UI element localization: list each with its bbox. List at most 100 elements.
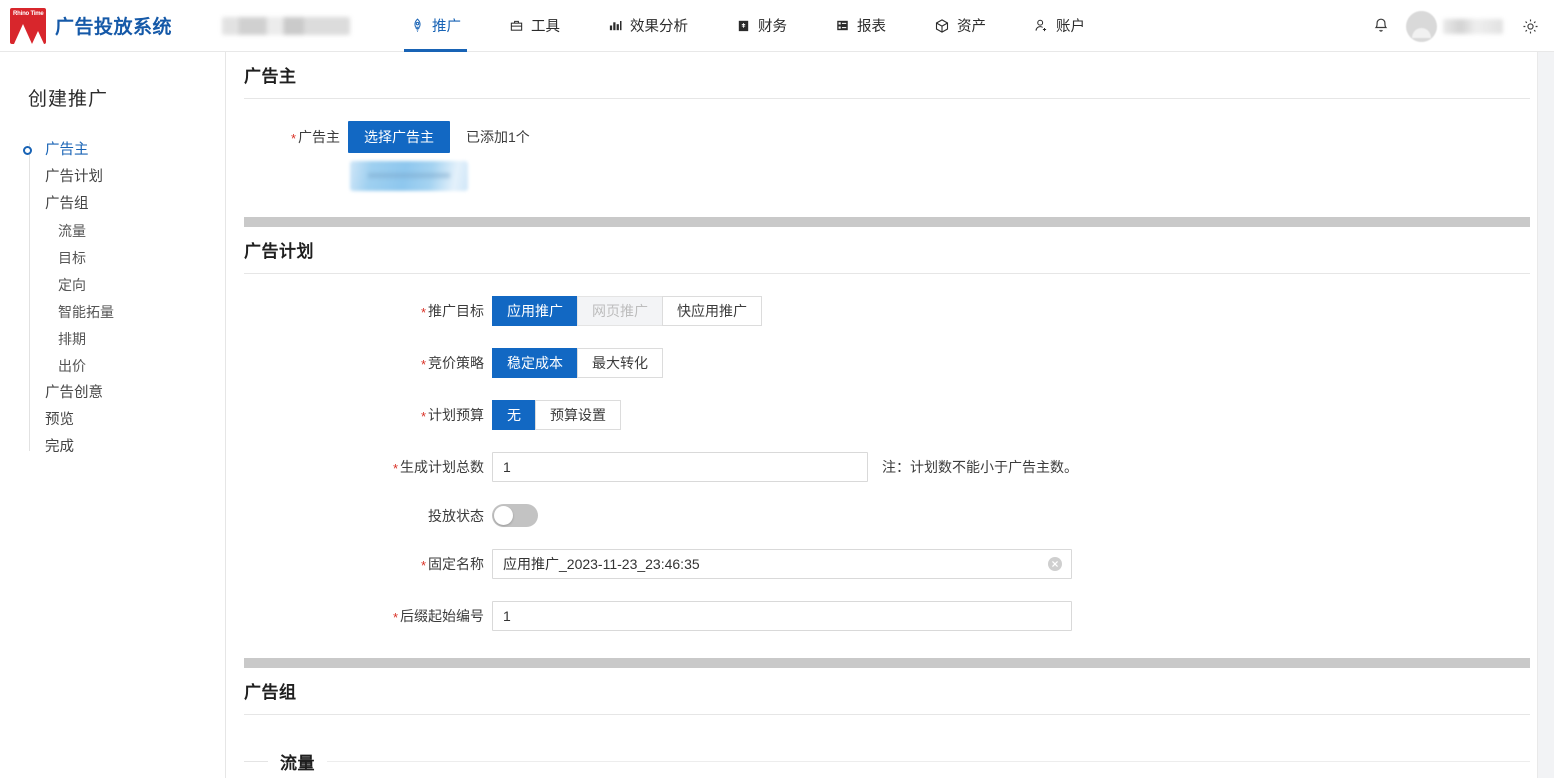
promotion-goal-button-group: 应用推广 网页推广 快应用推广 <box>492 296 762 326</box>
step-label: 流量 <box>58 223 86 239</box>
row-delivery-status: 投放状态 <box>226 504 1537 527</box>
row-fixed-name: * 固定名称 <box>226 549 1537 579</box>
sidebar-title: 创建推广 <box>28 89 109 110</box>
sidebar-item-zhinengtuoliang[interactable]: 智能拓量 <box>28 299 225 325</box>
nav-item-label: 效果分析 <box>630 19 689 35</box>
goal-option-app[interactable]: 应用推广 <box>492 296 578 326</box>
sidebar-item-guanggaozu[interactable]: 广告组 <box>28 191 225 217</box>
nav-item-zhanghu[interactable]: 账户 <box>1024 0 1095 52</box>
step-label: 预览 <box>45 412 74 428</box>
field-label-fixed-name: * 固定名称 <box>420 556 484 573</box>
sidebar-item-paiqi[interactable]: 排期 <box>28 326 225 352</box>
goal-option-quickapp[interactable]: 快应用推广 <box>662 296 762 326</box>
nav-item-xiaoguofenxi[interactable]: 效果分析 <box>598 0 698 52</box>
nav-item-label: 推广 <box>432 19 462 35</box>
fixed-name-field-wrap <box>492 549 1072 579</box>
toggle-knob <box>494 506 513 525</box>
field-label-bid-strategy: * 竞价策略 <box>420 355 484 372</box>
required-asterisk: * <box>420 558 426 573</box>
brand: Rhino Time 广告投放系统 <box>10 7 172 44</box>
plan-count-hint: 注：计划数不能小于广告主数。 <box>882 459 1078 475</box>
section-divider-band <box>244 217 1530 227</box>
sidebar-item-mubiao[interactable]: 目标 <box>28 245 225 271</box>
app-header: Rhino Time 广告投放系统 推广 工具 效果分析 财务 报表 资产 账户 <box>0 0 1554 52</box>
step-label: 出价 <box>58 358 86 374</box>
step-list: 广告主 广告计划 广告组 流量 目标 定向 智能拓量 排期 出价 广告创意 预览 <box>0 137 225 460</box>
active-step-dot-icon <box>23 146 32 155</box>
step-label: 广告组 <box>45 196 89 212</box>
field-label-plan-budget: * 计划预算 <box>420 407 484 424</box>
required-asterisk: * <box>420 409 426 424</box>
section-heading-plan: 广告计划 <box>244 227 1530 274</box>
nav-item-label: 工具 <box>531 19 561 35</box>
nav-item-gongju[interactable]: 工具 <box>499 0 570 52</box>
user-menu[interactable] <box>1406 10 1503 42</box>
delivery-status-toggle[interactable] <box>492 504 538 527</box>
settings-gear-button[interactable] <box>1503 17 1554 36</box>
field-label-suffix-start: * 后缀起始编号 <box>392 608 484 625</box>
field-label-plan-count: * 生成计划总数 <box>392 459 484 476</box>
nav-item-zichan[interactable]: 资产 <box>924 0 996 52</box>
section-divider-band-2 <box>244 658 1530 668</box>
subsection-rule <box>327 761 1530 762</box>
section-heading-advertiser: 广告主 <box>244 52 1530 99</box>
table-icon <box>835 18 850 33</box>
toolbox-icon <box>509 18 524 33</box>
sidebar-item-wancheng[interactable]: 完成 <box>28 434 225 460</box>
required-asterisk: * <box>290 131 296 146</box>
rocket-icon <box>410 18 425 33</box>
nav-item-baobiao[interactable]: 报表 <box>825 0 896 52</box>
section-heading-group: 广告组 <box>244 668 1530 715</box>
avatar <box>1406 10 1437 42</box>
nav-item-label: 资产 <box>957 19 987 35</box>
nav-item-label: 财务 <box>758 19 788 35</box>
budget-option-none[interactable]: 无 <box>492 400 536 430</box>
row-advertiser: * 广告主 选择广告主 已添加1个 <box>226 121 1537 153</box>
logo-text: Rhino Time <box>13 10 44 17</box>
step-label: 广告计划 <box>45 169 103 185</box>
sidebar-item-guanggaozhu[interactable]: 广告主 <box>23 137 225 163</box>
wallet-icon <box>736 18 751 33</box>
row-bid-strategy: * 竞价策略 稳定成本 最大转化 <box>226 348 1537 378</box>
bid-option-max-conversion[interactable]: 最大转化 <box>577 348 663 378</box>
nav-item-tuiguang[interactable]: 推广 <box>400 0 471 52</box>
sidebar-item-guanggaochuangyi[interactable]: 广告创意 <box>28 380 225 406</box>
step-label: 广告主 <box>45 142 89 158</box>
sidebar-item-guanggaojihua[interactable]: 广告计划 <box>28 164 225 190</box>
header-actions <box>1360 0 1554 52</box>
required-asterisk: * <box>392 610 398 625</box>
field-label-promotion-goal: * 推广目标 <box>420 303 484 320</box>
budget-option-settings[interactable]: 预算设置 <box>535 400 621 430</box>
nav-item-caiwu[interactable]: 财务 <box>726 0 797 52</box>
sidebar-item-chujia[interactable]: 出价 <box>28 353 225 379</box>
cube-icon <box>934 18 950 34</box>
page-scrollbar-gutter[interactable] <box>1537 52 1554 778</box>
step-label: 智能拓量 <box>58 304 114 320</box>
step-label: 排期 <box>58 331 86 347</box>
user-add-icon <box>1034 18 1049 33</box>
field-label-delivery-status: 投放状态 <box>428 507 484 524</box>
bid-strategy-button-group: 稳定成本 最大转化 <box>492 348 663 378</box>
required-asterisk: * <box>392 461 398 476</box>
plan-count-input[interactable] <box>492 452 868 482</box>
subsection-traffic: 流量 <box>244 749 1530 774</box>
row-promotion-goal: * 推广目标 应用推广 网页推广 快应用推广 <box>226 296 1537 326</box>
suffix-start-input[interactable] <box>492 601 1072 631</box>
bid-option-stable-cost[interactable]: 稳定成本 <box>492 348 578 378</box>
step-label: 定向 <box>58 277 86 293</box>
notification-bell-button[interactable] <box>1360 17 1402 35</box>
fixed-name-input[interactable] <box>492 549 1072 579</box>
step-label: 目标 <box>58 250 86 266</box>
nav-item-label: 报表 <box>857 19 887 35</box>
sidebar-item-dingxiang[interactable]: 定向 <box>28 272 225 298</box>
clear-circle-icon[interactable] <box>1048 557 1062 571</box>
sidebar-item-yulan[interactable]: 预览 <box>28 407 225 433</box>
sidebar-item-liuliang[interactable]: 流量 <box>28 218 225 244</box>
username-redacted <box>1443 18 1503 34</box>
goal-option-web: 网页推广 <box>577 296 663 326</box>
step-label: 完成 <box>45 439 74 455</box>
row-suffix-start: * 后缀起始编号 <box>226 601 1537 631</box>
advertiser-chip-redacted[interactable] <box>350 161 468 191</box>
step-label: 广告创意 <box>45 385 103 401</box>
select-advertiser-button[interactable]: 选择广告主 <box>348 121 450 153</box>
